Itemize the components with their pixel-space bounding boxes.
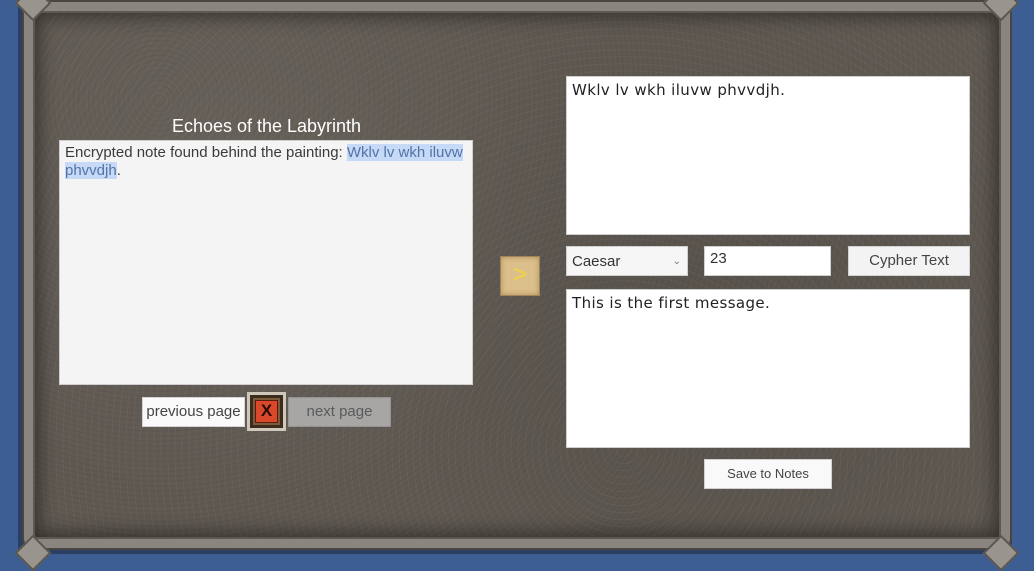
previous-page-button[interactable]: previous page [142,397,245,427]
transfer-arrow-button[interactable]: > [500,256,540,296]
chevron-down-icon: ⌄ [672,256,681,267]
close-button[interactable]: X [247,392,286,431]
cipher-input-textarea[interactable]: Wklv lv wkh iluvw phvvdjh. [566,76,970,235]
cipher-method-select[interactable]: Caesar ⌄ [566,246,688,276]
book-page[interactable]: Encrypted note found behind the painting… [59,140,473,385]
shift-input[interactable]: 23 [704,246,831,276]
cipher-method-value: Caesar [572,253,621,270]
save-to-notes-button[interactable]: Save to Notes [704,459,832,489]
next-page-button[interactable]: next page [288,397,391,427]
close-icon: X [255,400,278,423]
cypher-text-button[interactable]: Cypher Text [848,246,970,276]
book-page-text-tail: . [116,162,121,179]
cipher-output-textarea[interactable]: This is the first message. [566,289,970,448]
book-title: Echoes of the Labyrinth [171,116,362,136]
book-page-text: Encrypted note found behind the painting… [65,144,347,161]
